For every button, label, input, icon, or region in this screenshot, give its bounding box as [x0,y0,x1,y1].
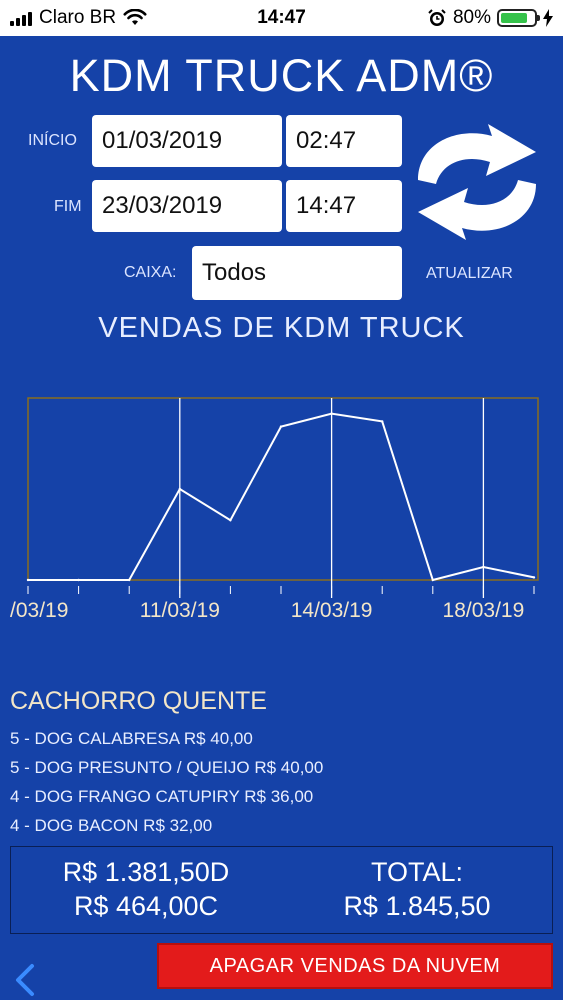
product-list: 5 - DOG CALABRESA R$ 40,00 5 - DOG PRESU… [10,724,323,840]
chart-point [26,578,30,582]
chart-point [482,565,485,569]
chart-point [330,412,333,415]
battery-fill [501,13,527,23]
end-date-field[interactable]: 23/03/2019 [92,180,282,232]
register-label: CAIXA: [124,264,177,281]
chart-tick-label: /03/19 [10,599,68,622]
chart-point [431,578,434,582]
battery-icon [497,9,540,27]
alarm-icon [428,9,446,26]
status-right: 80% [427,7,553,29]
payment-totals: R$ 1.381,50D R$ 464,00C [11,855,281,923]
refresh-icon[interactable] [408,118,546,246]
product-section-title: CACHORRO QUENTE [10,687,267,715]
battery-percent: 80% [452,7,491,28]
chart-point [178,487,181,491]
list-item: 5 - DOG CALABRESA R$ 40,00 [10,729,253,748]
chart-tick-label: 18/03/19 [443,599,525,622]
app-title: KDM TRUCK ADM® [69,50,494,101]
sales-chart: /03/19 11/03/19 14/03/19 18/03/19 [10,397,539,622]
debit-total: R$ 1.381,50D [62,857,230,887]
end-time-field[interactable]: 14:47 [286,180,402,232]
credit-total: R$ 464,00C [73,891,219,921]
refresh-label[interactable]: ATUALIZAR [426,265,513,283]
end-label: FIM [54,198,82,215]
grand-total: TOTAL: R$ 1.845,50 [282,855,552,923]
chart-series-line [28,412,535,582]
list-item: 4 - DOG BACON R$ 32,00 [10,816,213,835]
chart-tick-label: 14/03/19 [291,599,373,622]
list-item: 5 - DOG PRESUNTO / QUEIJO R$ 40,00 [10,758,324,777]
screen: Claro BR 14:47 80% KDM TRUCK ADM® INÍCIO… [0,0,563,1000]
chart-point [128,578,131,582]
start-label: INÍCIO [28,132,77,149]
chart-point [229,519,232,522]
chart-tick-label: 11/03/19 [140,599,220,622]
chart-point [279,425,283,428]
chart-title: VENDAS DE KDM TRUCK [98,312,465,344]
chart-point [532,576,536,579]
list-item: 4 - DOG FRANGO CATUPIRY R$ 36,00 [10,787,314,806]
chart-point [77,578,80,582]
charging-icon [543,9,553,27]
totals-panel: R$ 1.381,50D R$ 464,00C TOTAL: R$ 1.845,… [10,846,553,934]
clear-cloud-sales-button[interactable]: APAGAR VENDAS DA NUVEM [157,943,553,989]
start-date-field[interactable]: 01/03/2019 [92,115,282,167]
start-time-field[interactable]: 02:47 [286,115,402,167]
total-value: R$ 1.845,50 [343,891,491,921]
total-label: TOTAL: [370,857,464,887]
status-bar: Claro BR 14:47 80% [0,0,563,36]
register-select[interactable]: Todos [192,246,402,300]
chart-point [381,420,384,423]
back-chevron-icon[interactable] [12,962,38,998]
